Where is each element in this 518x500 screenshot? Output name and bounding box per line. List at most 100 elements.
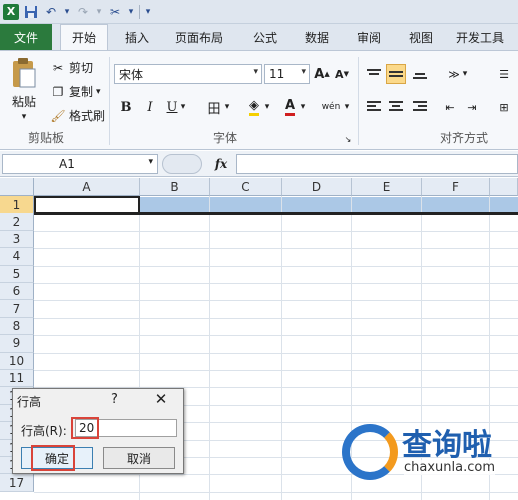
row-header-3[interactable]: 3 xyxy=(0,230,34,249)
customize-qat-icon[interactable]: ▾ xyxy=(144,4,152,20)
align-middle-button[interactable] xyxy=(386,64,406,84)
font-color-icon: A xyxy=(284,98,296,116)
paste-button[interactable]: 粘贴 ▾ xyxy=(6,57,42,122)
fill-color-button[interactable]: ◈ xyxy=(244,97,264,117)
row-gridline xyxy=(34,370,518,371)
column-header-e[interactable]: E xyxy=(352,178,422,196)
column-header-b[interactable]: B xyxy=(140,178,210,196)
tab-file[interactable]: 文件 xyxy=(0,24,52,50)
row-header-7[interactable]: 7 xyxy=(0,300,34,318)
font-color-button[interactable]: A xyxy=(280,97,300,117)
chevron-down-icon: ▾ xyxy=(148,157,153,167)
row-header-8[interactable]: 8 xyxy=(0,317,34,336)
font-name-value: 宋体 xyxy=(119,67,144,82)
align-left-button[interactable] xyxy=(364,97,384,117)
ok-highlight-box xyxy=(31,445,75,471)
save-icon[interactable] xyxy=(23,4,39,20)
row-gridline xyxy=(34,265,518,267)
decrease-indent-button[interactable]: ⇤ xyxy=(440,97,460,117)
align-right-button[interactable] xyxy=(410,97,430,117)
row-header-5[interactable]: 5 xyxy=(0,265,34,283)
input-highlight-box xyxy=(71,417,99,439)
copy-button[interactable]: ❐ 复制 ▾ xyxy=(50,83,101,100)
font-size-combo[interactable]: 11 ▾ xyxy=(264,64,310,84)
font-color-dropdown-icon[interactable]: ▾ xyxy=(298,97,308,117)
fill-color-dropdown-icon[interactable]: ▾ xyxy=(262,97,272,117)
row-header-11[interactable]: 11 xyxy=(0,370,34,388)
row-header-6[interactable]: 6 xyxy=(0,283,34,301)
grow-font-icon: A xyxy=(314,66,325,82)
cut-label: 剪切 xyxy=(69,61,94,75)
column-header-f[interactable]: F xyxy=(422,178,490,196)
underline-dropdown-icon[interactable]: ▾ xyxy=(178,97,188,117)
align-top-icon xyxy=(367,69,381,75)
row-gridline xyxy=(34,491,518,493)
row-gridline xyxy=(34,230,518,232)
tab-home[interactable]: 开始 xyxy=(60,24,108,50)
close-icon[interactable]: ✕ xyxy=(151,390,171,408)
redo-dropdown-icon[interactable]: ▾ xyxy=(95,4,103,20)
column-header-a[interactable]: A xyxy=(34,178,140,196)
font-name-combo[interactable]: 宋体 ▾ xyxy=(114,64,262,84)
align-center-button[interactable] xyxy=(386,97,406,117)
grow-font-button[interactable]: A ▲ xyxy=(312,64,332,84)
row-gridline xyxy=(34,352,518,354)
row-header-10[interactable]: 10 xyxy=(0,352,34,370)
italic-button[interactable]: I xyxy=(140,97,160,117)
excel-app-icon: X xyxy=(3,3,19,20)
bold-button[interactable]: B xyxy=(116,97,136,117)
align-bottom-button[interactable] xyxy=(410,64,430,84)
undo-dropdown-icon[interactable]: ▾ xyxy=(63,4,71,20)
watermark-circle-icon xyxy=(342,424,398,480)
formula-input[interactable] xyxy=(236,154,518,174)
border-button[interactable]: 田 xyxy=(204,97,224,117)
column-gridline xyxy=(281,196,282,500)
align-center-icon xyxy=(389,101,403,111)
select-all-corner[interactable] xyxy=(0,178,34,196)
tab-data[interactable]: 数据 xyxy=(294,24,340,50)
row-gridline xyxy=(34,335,518,337)
tab-review[interactable]: 审阅 xyxy=(346,24,392,50)
tab-developer[interactable]: 开发工具 xyxy=(450,24,510,50)
undo-icon[interactable]: ↶ xyxy=(43,4,59,20)
tab-formulas[interactable]: 公式 xyxy=(242,24,288,50)
ribbon-home: 粘贴 ▾ ✂ 剪切 ❐ 复制 ▾ 🖌 格式刷 剪贴板 宋体 ▾ 11 ▾ A ▲ … xyxy=(0,50,518,150)
row-header-17[interactable]: 17 xyxy=(0,474,34,492)
help-icon[interactable]: ? xyxy=(111,392,118,407)
merge-center-button[interactable]: ⊞ xyxy=(494,97,514,117)
shrink-font-button[interactable]: A ▼ xyxy=(332,64,352,84)
row-gridline xyxy=(34,300,518,302)
font-dialog-launcher-icon[interactable]: ↘ xyxy=(342,133,354,145)
format-painter-button[interactable]: 🖌 格式刷 xyxy=(50,107,105,124)
wrap-text-button[interactable]: ☰ xyxy=(494,64,514,84)
tab-page-layout[interactable]: 页面布局 xyxy=(166,24,232,50)
paste-icon xyxy=(11,57,37,91)
border-dropdown-icon[interactable]: ▾ xyxy=(222,97,232,117)
tab-view[interactable]: 视图 xyxy=(398,24,444,50)
insert-function-icon[interactable]: fx xyxy=(208,154,234,174)
cut-button[interactable]: ✂ 剪切 xyxy=(50,59,93,76)
column-header-c[interactable]: C xyxy=(210,178,282,196)
redo-icon[interactable]: ↷ xyxy=(75,4,91,20)
column-header-d[interactable]: D xyxy=(282,178,352,196)
increase-indent-button[interactable]: ⇥ xyxy=(462,97,482,117)
chevron-down-icon: ▾ xyxy=(253,67,258,77)
phonetic-button[interactable]: wén xyxy=(318,97,344,117)
align-left-icon xyxy=(367,101,381,111)
align-top-button[interactable] xyxy=(364,64,384,84)
tool-dropdown-icon[interactable]: ▾ xyxy=(127,4,135,20)
row-gridline xyxy=(34,283,518,284)
row-header-9[interactable]: 9 xyxy=(0,335,34,353)
watermark-url: chaxunla.com xyxy=(404,460,495,475)
row-gridline xyxy=(34,248,518,250)
tool-icon[interactable]: ✂ xyxy=(107,4,123,20)
row-header-1[interactable]: 1 xyxy=(0,196,34,214)
formula-bar-splitter[interactable] xyxy=(162,154,202,174)
row-header-2[interactable]: 2 xyxy=(0,213,34,231)
row-header-4[interactable]: 4 xyxy=(0,248,34,266)
tab-insert[interactable]: 插入 xyxy=(112,24,162,50)
phonetic-dropdown-icon[interactable]: ▾ xyxy=(342,97,352,117)
cancel-button[interactable]: 取消 xyxy=(103,447,175,469)
orientation-dropdown-icon[interactable]: ▾ xyxy=(460,64,470,84)
name-box[interactable]: A1 ▾ xyxy=(2,154,158,174)
